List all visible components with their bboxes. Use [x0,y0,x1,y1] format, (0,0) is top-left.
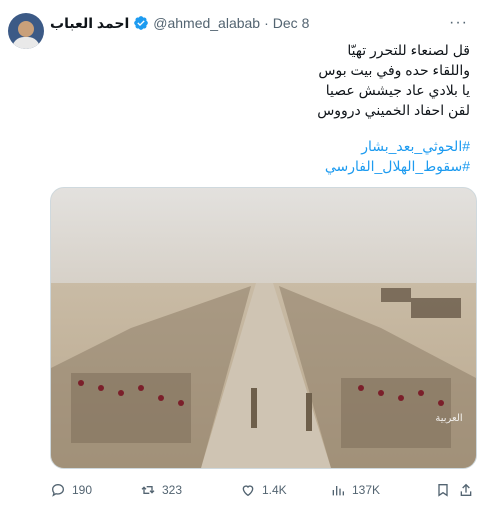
header-separator: · [264,15,269,31]
hashtag-link[interactable]: #سقوط_الهلال_الفارسي [325,156,470,176]
verified-badge-icon [134,16,149,30]
author-avatar[interactable] [8,13,44,49]
author-handle[interactable]: @ahmed_alabab [153,15,260,31]
tweet-line: يا بلادي عاد جيشش عصيا [325,82,470,98]
tweet-line: واللقاء حده وفي بيت بوس [318,62,470,78]
share-icon [460,483,472,496]
like-button[interactable]: 1.4K [240,482,287,498]
heart-icon [242,485,254,497]
channel-watermark: العربية [435,413,463,424]
tweet-text: قل لصنعاء للتحرر تهيّا واللقاء حده وفي ب… [90,40,470,120]
like-count: 1.4K [262,483,287,497]
tweet-date[interactable]: Dec 8 [273,15,310,31]
avatar-face [18,21,34,37]
views-count: 137K [352,483,381,497]
bookmark-icon [438,484,448,497]
hashtag-link[interactable]: #الحوثي_بعد_بشار [325,136,470,156]
repost-icon [141,486,155,494]
tweet-line: قل لصنعاء للتحرر تهيّا [347,42,470,58]
repost-count: 323 [162,483,183,497]
tweet-header: احمد العباب @ahmed_alabab · Dec 8 [50,13,309,33]
repost-button[interactable]: 323 [140,482,182,498]
views-button[interactable]: 137K [330,482,380,498]
tweet-media-video[interactable]: العربية [50,187,477,469]
reply-icon [51,483,65,497]
tweet-line: لقن احفاد الخميني درووس [317,102,470,118]
reply-button[interactable]: 190 [50,482,92,498]
views-bar-chart-icon [332,486,344,496]
more-options-icon[interactable]: ··· [449,14,468,32]
military-parade-image [51,188,476,468]
author-name[interactable]: احمد العباب [50,15,129,32]
hashtags: #الحوثي_بعد_بشار #سقوط_الهلال_الفارسي [325,136,470,176]
share-button[interactable] [458,482,474,498]
tweet-actions: 190 323 1.4K 137K [50,482,475,502]
bookmark-button[interactable] [435,482,451,498]
reply-count: 190 [72,483,93,497]
avatar-body [12,37,40,49]
